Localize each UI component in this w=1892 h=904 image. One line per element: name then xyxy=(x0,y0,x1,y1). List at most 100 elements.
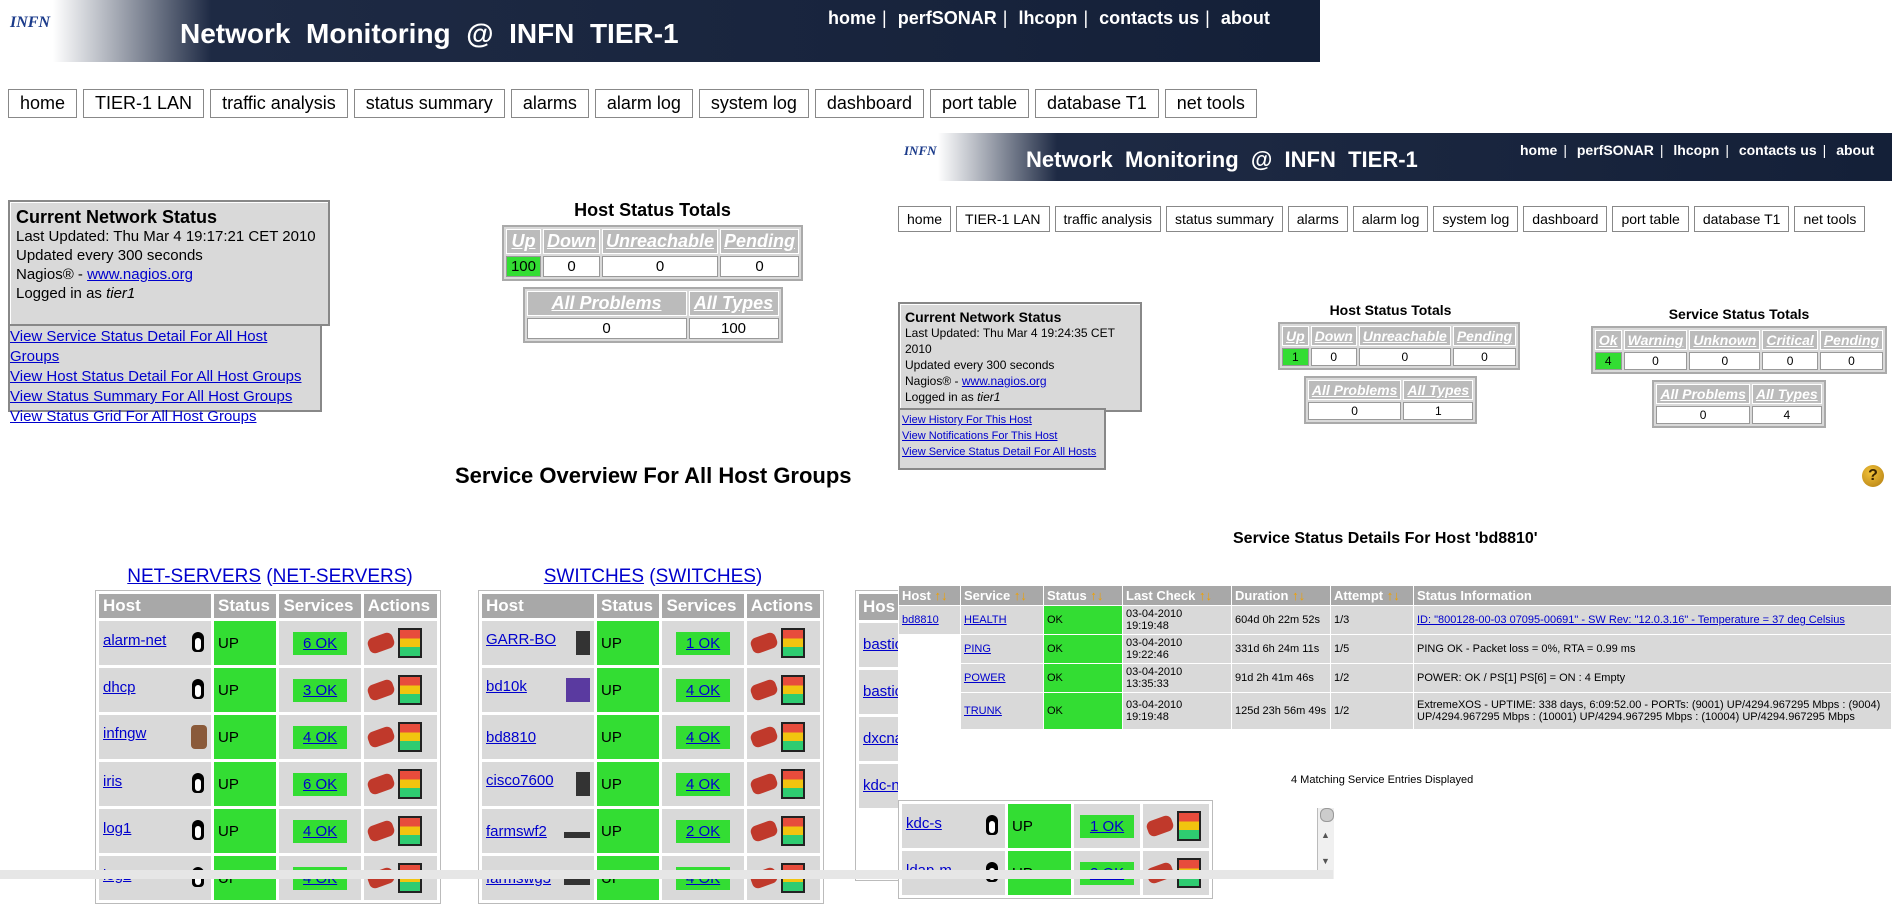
host-link[interactable]: bd8810 xyxy=(486,729,536,746)
services-link[interactable]: 6 OK xyxy=(292,631,348,655)
services-link[interactable]: 2 OK xyxy=(675,819,731,843)
hdr-unreachable[interactable]: Unreachable xyxy=(1358,326,1451,346)
scroll-up-arrow-icon[interactable]: ▲ xyxy=(1321,830,1330,840)
extinfo-icon[interactable] xyxy=(365,725,396,749)
status-grid-icon[interactable] xyxy=(780,675,805,705)
nav-alarms[interactable]: alarms xyxy=(510,89,589,118)
status-grid-icon[interactable] xyxy=(780,722,805,752)
extinfo-icon[interactable] xyxy=(365,678,396,702)
hdr-pending[interactable]: Pending xyxy=(720,229,800,254)
val-up[interactable]: 100 xyxy=(505,256,541,277)
hdr-down[interactable]: Down xyxy=(542,229,600,254)
group-link[interactable]: NET-SERVERS xyxy=(127,566,261,587)
status-grid-icon[interactable] xyxy=(397,722,422,752)
status-grid-icon[interactable] xyxy=(397,628,422,658)
hdr-down[interactable]: Down xyxy=(1310,326,1357,346)
status-grid-icon[interactable] xyxy=(780,769,805,799)
extinfo-icon[interactable] xyxy=(748,725,779,749)
services-link[interactable]: 1 OK xyxy=(1079,814,1135,838)
vertical-scrollbar[interactable]: ▲ ▼ xyxy=(1317,808,1334,879)
host-link[interactable]: kdc-n xyxy=(863,777,900,794)
help-icon[interactable]: ? xyxy=(1862,465,1884,487)
toplink-about[interactable]: about xyxy=(1221,8,1270,28)
group-alias-link[interactable]: SWITCHES xyxy=(656,566,756,587)
host-link[interactable]: GARR-BO xyxy=(486,631,556,648)
status-grid-icon[interactable] xyxy=(1177,811,1202,841)
val-all-problems[interactable]: 0 xyxy=(1307,402,1402,420)
services-link[interactable]: 4 OK xyxy=(675,678,731,702)
services-link[interactable]: 4 OK xyxy=(292,725,348,749)
host-link[interactable]: bd8810 xyxy=(902,614,939,626)
extinfo-icon[interactable] xyxy=(748,678,779,702)
hdr-all-problems[interactable]: All Problems xyxy=(1307,380,1402,400)
hdr-critical[interactable]: Critical xyxy=(1762,330,1818,350)
hdr-all-problems[interactable]: All Problems xyxy=(526,291,687,316)
hdr-all-types[interactable]: All Types xyxy=(688,291,779,316)
service-link[interactable]: POWER xyxy=(964,672,1006,684)
nav-tier1-lan[interactable]: TIER-1 LAN xyxy=(83,89,205,118)
val-all-types[interactable]: 4 xyxy=(1751,406,1822,424)
nav-status-summary[interactable]: status summary xyxy=(353,89,505,118)
nav-net-tools[interactable]: net tools xyxy=(1164,89,1257,118)
val-all-types[interactable]: 1 xyxy=(1403,402,1474,420)
host-link[interactable]: farmswf2 xyxy=(486,823,547,840)
hdr-unknown[interactable]: Unknown xyxy=(1689,330,1761,350)
hdr-pending[interactable]: Pending xyxy=(1819,330,1884,350)
hdr-all-types[interactable]: All Types xyxy=(1751,384,1822,404)
toplink-contacts[interactable]: contacts us xyxy=(1739,142,1817,158)
hdr-up[interactable]: Up xyxy=(1282,326,1309,346)
nagios-link[interactable]: www.nagios.org xyxy=(87,266,193,283)
hdr-all-problems[interactable]: All Problems xyxy=(1656,384,1750,404)
extinfo-icon[interactable] xyxy=(365,772,396,796)
services-link[interactable]: 1 OK xyxy=(675,631,731,655)
nav-traffic-analysis[interactable]: traffic analysis xyxy=(210,89,348,118)
val-down[interactable]: 0 xyxy=(542,256,600,277)
host-link[interactable]: dhcp xyxy=(103,679,136,696)
status-grid-icon[interactable] xyxy=(397,769,422,799)
toplink-home[interactable]: home xyxy=(1520,142,1557,158)
scroll-thumb[interactable] xyxy=(1320,808,1334,822)
val-all-types[interactable]: 100 xyxy=(688,318,779,339)
val-down[interactable]: 0 xyxy=(1310,348,1357,366)
extinfo-icon[interactable] xyxy=(748,631,779,655)
extinfo-icon[interactable] xyxy=(1145,814,1176,838)
view-notifications-link[interactable]: View Notifications For This Host xyxy=(902,428,1102,444)
view-status-summary-link[interactable]: View Status Summary For All Host Groups xyxy=(10,387,320,407)
view-history-link[interactable]: View History For This Host xyxy=(902,412,1102,428)
services-link[interactable]: 4 OK xyxy=(675,725,731,749)
hdr-pending[interactable]: Pending xyxy=(1452,326,1517,346)
nav-database-t1[interactable]: database T1 xyxy=(1693,206,1790,232)
nav-alarm-log[interactable]: alarm log xyxy=(594,89,693,118)
group-link[interactable]: SWITCHES xyxy=(544,566,644,587)
val-critical[interactable]: 0 xyxy=(1762,352,1818,370)
host-link[interactable]: log1 xyxy=(103,820,131,837)
view-service-detail-link[interactable]: View Service Status Detail For All Hosts xyxy=(902,444,1102,460)
toplink-perfsonar[interactable]: perfSONAR xyxy=(898,8,997,28)
val-unreachable[interactable]: 0 xyxy=(601,256,719,277)
scroll-down-arrow-icon[interactable]: ▼ xyxy=(1321,856,1330,866)
col-status[interactable]: Status ↑↓ xyxy=(1044,586,1122,605)
hdr-warning[interactable]: Warning xyxy=(1623,330,1688,350)
status-info-link[interactable]: ID: "800128-00-03 07095-00691" - SW Rev:… xyxy=(1417,614,1845,626)
nav-alarm-log[interactable]: alarm log xyxy=(1352,206,1429,232)
view-service-status-link[interactable]: View Service Status Detail For All Host … xyxy=(10,327,320,367)
service-link[interactable]: HEALTH xyxy=(964,614,1007,626)
nav-database-t1[interactable]: database T1 xyxy=(1035,89,1159,118)
col-attempt[interactable]: Attempt ↑↓ xyxy=(1331,586,1413,605)
view-status-grid-link[interactable]: View Status Grid For All Host Groups xyxy=(10,407,320,427)
nav-traffic-analysis[interactable]: traffic analysis xyxy=(1054,206,1161,232)
col-duration[interactable]: Duration ↑↓ xyxy=(1232,586,1330,605)
group-alias-link[interactable]: NET-SERVERS xyxy=(273,566,407,587)
val-up[interactable]: 1 xyxy=(1282,348,1309,366)
nav-alarms[interactable]: alarms xyxy=(1287,206,1348,232)
host-link[interactable]: iris xyxy=(103,773,122,790)
toplink-lhcopn[interactable]: lhcopn xyxy=(1673,142,1719,158)
toplink-about[interactable]: about xyxy=(1836,142,1874,158)
host-link[interactable]: kdc-s xyxy=(906,815,942,832)
nav-system-log[interactable]: system log xyxy=(1433,206,1519,232)
toplink-perfsonar[interactable]: perfSONAR xyxy=(1577,142,1654,158)
col-service[interactable]: Service ↑↓ xyxy=(961,586,1043,605)
horizontal-scrollbar[interactable] xyxy=(0,870,1333,879)
nav-system-log[interactable]: system log xyxy=(698,89,809,118)
hdr-up[interactable]: Up xyxy=(505,229,541,254)
